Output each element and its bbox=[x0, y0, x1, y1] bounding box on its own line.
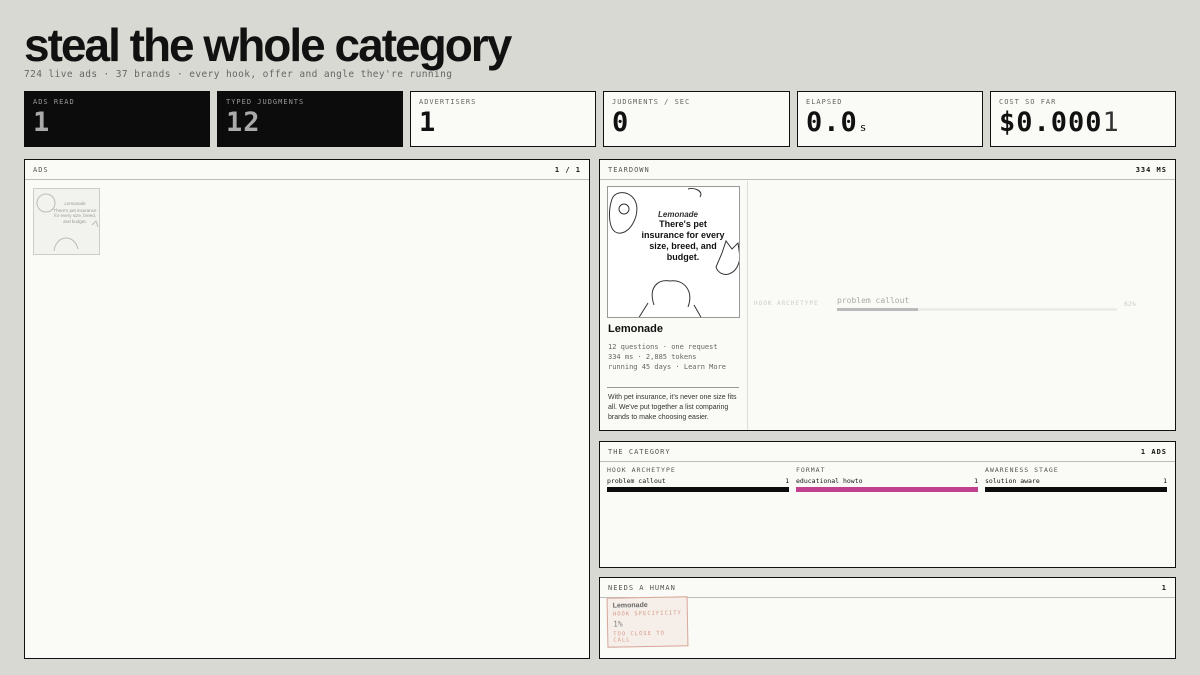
ad-thumbnail-text: Lemonade There's pet insurance for every… bbox=[52, 201, 98, 224]
column-bar bbox=[796, 487, 978, 492]
needs-human-label: NEEDS A HUMAN bbox=[608, 583, 676, 592]
ad-creative[interactable]: Lemonade There's pet insurance for every… bbox=[607, 186, 740, 318]
divider bbox=[747, 181, 748, 430]
column-bar bbox=[607, 487, 789, 492]
column-row: educational howto 1 bbox=[796, 477, 978, 485]
stat-label: ADVERTISERS bbox=[419, 98, 477, 106]
needs-human-count: 1 bbox=[1161, 583, 1167, 592]
hook-label: HOOK ARCHETYPE bbox=[754, 300, 819, 307]
category-count: 1 ADS bbox=[1140, 447, 1167, 456]
ad-thumbnail[interactable]: Lemonade There's pet insurance for every… bbox=[33, 188, 100, 255]
note-brand: Lemonade bbox=[612, 601, 648, 610]
stat-value-wrap: $0.0001 bbox=[999, 108, 1167, 138]
review-note[interactable]: Lemonade HOOK SPECIFICITY 1% TOO CLOSE T… bbox=[606, 596, 689, 648]
page-subtitle: 724 live ads · 37 brands · every hook, o… bbox=[24, 69, 453, 80]
teardown-label: TEARDOWN bbox=[608, 165, 650, 174]
column-bar bbox=[985, 487, 1167, 492]
note-field: HOOK SPECIFICITY bbox=[612, 610, 682, 618]
stat-label: ADS READ bbox=[33, 98, 75, 106]
stat-value: 0.0 bbox=[806, 107, 858, 138]
teardown-panel: TEARDOWN 334 MS Lemonade There's pet ins… bbox=[599, 159, 1176, 431]
page-title: steal the whole category bbox=[24, 19, 512, 71]
ad-thumbnail-headline: There's pet insurance for every size, br… bbox=[53, 207, 97, 224]
brand-name: Lemonade bbox=[608, 323, 664, 335]
ad-meta-line: running 45 days · Learn More bbox=[608, 363, 727, 371]
category-panel: THE CATEGORY 1 ADS HOOK ARCHETYPE proble… bbox=[599, 441, 1176, 568]
category-header: THE CATEGORY 1 ADS bbox=[600, 442, 1175, 462]
hook-archetype-row: HOOK ARCHETYPE problem callout 62% bbox=[754, 296, 1164, 316]
column-label: FORMAT bbox=[796, 466, 826, 474]
column-row: problem callout 1 bbox=[607, 477, 789, 485]
ad-thumbnail-brand: Lemonade bbox=[64, 201, 86, 206]
stat-cost: COST SO FAR $0.0001 bbox=[990, 91, 1176, 147]
column-item: solution aware bbox=[985, 477, 1040, 485]
ads-panel: ADS 1 / 1 Lemonade There's pet insurance… bbox=[24, 159, 590, 659]
needs-human-header: NEEDS A HUMAN 1 bbox=[600, 578, 1175, 598]
stat-elapsed: ELAPSED 0.0 s bbox=[797, 91, 983, 147]
stat-label: TYPED JUDGMENTS bbox=[226, 98, 305, 106]
note-value: 1% bbox=[612, 619, 623, 629]
stat-label: COST SO FAR bbox=[999, 98, 1057, 106]
category-column-awareness: AWARENESS STAGE solution aware 1 bbox=[985, 466, 1167, 492]
hook-bar-fill bbox=[837, 308, 919, 311]
column-item: educational howto bbox=[796, 477, 863, 485]
stat-value: $0.000 bbox=[999, 107, 1103, 138]
column-count: 1 bbox=[974, 477, 978, 485]
category-column-format: FORMAT educational howto 1 bbox=[796, 466, 978, 492]
column-row: solution aware 1 bbox=[985, 477, 1167, 485]
stat-label: ELAPSED bbox=[806, 98, 843, 106]
column-item: problem callout bbox=[607, 477, 666, 485]
column-label: HOOK ARCHETYPE bbox=[607, 466, 676, 474]
teardown-header: TEARDOWN 334 MS bbox=[600, 160, 1175, 180]
ad-meta-line: 334 ms · 2,885 tokens bbox=[608, 353, 697, 361]
ad-meta-line: 12 questions · one request bbox=[608, 343, 718, 351]
stat-value: 0 bbox=[612, 107, 630, 138]
note-flag: TOO CLOSE TO CALL bbox=[613, 630, 666, 644]
stat-unit: s bbox=[859, 121, 868, 134]
ads-panel-header: ADS 1 / 1 bbox=[25, 160, 589, 180]
hook-value: problem callout bbox=[837, 296, 910, 305]
column-count: 1 bbox=[1163, 477, 1167, 485]
stat-value-tail: 1 bbox=[1102, 107, 1120, 138]
ads-panel-count: 1 / 1 bbox=[554, 165, 581, 174]
ad-body-copy: With pet insurance, it's never one size … bbox=[608, 394, 737, 421]
category-label: THE CATEGORY bbox=[608, 447, 671, 456]
stat-value: 1 bbox=[33, 107, 51, 138]
hook-bar-track bbox=[837, 308, 1117, 311]
stat-label: JUDGMENTS / SEC bbox=[612, 98, 691, 106]
teardown-timing: 334 MS bbox=[1135, 165, 1167, 174]
stat-ads-read: ADS READ 1 bbox=[24, 91, 210, 147]
ad-creative-headline: There's pet insurance for every size, br… bbox=[641, 219, 725, 262]
needs-human-panel: NEEDS A HUMAN 1 Lemonade HOOK SPECIFICIT… bbox=[599, 577, 1176, 659]
column-label: AWARENESS STAGE bbox=[985, 466, 1059, 474]
hook-percent: 62% bbox=[1124, 300, 1136, 308]
stat-value: 1 bbox=[419, 107, 437, 138]
stat-value-wrap: 0.0 s bbox=[806, 108, 974, 143]
column-count: 1 bbox=[785, 477, 789, 485]
stat-advertisers: ADVERTISERS 1 bbox=[410, 91, 596, 147]
ad-meta: 12 questions · one request 334 ms · 2,88… bbox=[608, 342, 726, 372]
stat-typed-judgments: TYPED JUDGMENTS 12 bbox=[217, 91, 403, 147]
category-column-hook: HOOK ARCHETYPE problem callout 1 bbox=[607, 466, 789, 492]
divider bbox=[607, 387, 739, 388]
stat-value: 12 bbox=[226, 107, 261, 138]
ads-panel-label: ADS bbox=[33, 165, 49, 174]
ad-creative-logo: Lemonade bbox=[658, 210, 699, 219]
stat-judgments-per-sec: JUDGMENTS / SEC 0 bbox=[603, 91, 790, 147]
